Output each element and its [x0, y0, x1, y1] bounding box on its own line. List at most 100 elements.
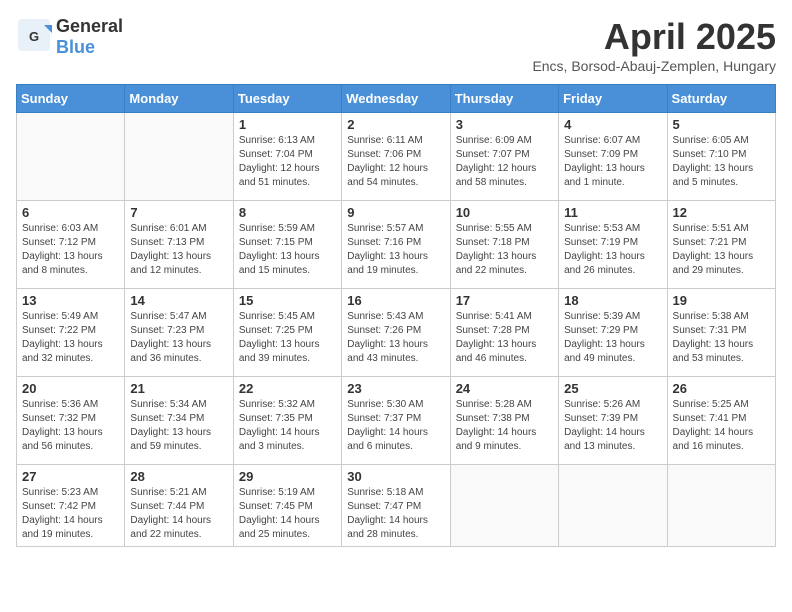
day-info: Sunrise: 5:19 AM Sunset: 7:45 PM Dayligh…: [239, 486, 336, 542]
day-info: Sunrise: 5:32 AM Sunset: 7:35 PM Dayligh…: [239, 398, 336, 454]
day-info: Sunrise: 5:51 AM Sunset: 7:21 PM Dayligh…: [673, 222, 770, 278]
day-info: Sunrise: 5:23 AM Sunset: 7:42 PM Dayligh…: [22, 486, 119, 542]
calendar-week-row: 27 Sunrise: 5:23 AM Sunset: 7:42 PM Dayli…: [17, 465, 776, 547]
weekday-header-wednesday: Wednesday: [342, 85, 450, 113]
day-info: Sunrise: 5:47 AM Sunset: 7:23 PM Dayligh…: [130, 310, 227, 366]
day-number: 19: [673, 293, 770, 308]
weekday-header-tuesday: Tuesday: [233, 85, 341, 113]
title-area: April 2025 Encs, Borsod-Abauj-Zemplen, H…: [532, 16, 776, 74]
day-info: Sunrise: 5:57 AM Sunset: 7:16 PM Dayligh…: [347, 222, 444, 278]
calendar-cell: 10 Sunrise: 5:55 AM Sunset: 7:18 PM Dayli…: [450, 201, 558, 289]
day-number: 1: [239, 117, 336, 132]
calendar-cell: 27 Sunrise: 5:23 AM Sunset: 7:42 PM Dayli…: [17, 465, 125, 547]
day-number: 23: [347, 381, 444, 396]
logo-icon: G: [16, 17, 52, 58]
weekday-header-saturday: Saturday: [667, 85, 775, 113]
day-info: Sunrise: 5:21 AM Sunset: 7:44 PM Dayligh…: [130, 486, 227, 542]
day-number: 3: [456, 117, 553, 132]
day-info: Sunrise: 6:09 AM Sunset: 7:07 PM Dayligh…: [456, 134, 553, 190]
day-number: 25: [564, 381, 661, 396]
calendar-cell: 3 Sunrise: 6:09 AM Sunset: 7:07 PM Daylig…: [450, 113, 558, 201]
day-number: 29: [239, 469, 336, 484]
calendar-cell: 18 Sunrise: 5:39 AM Sunset: 7:29 PM Dayli…: [559, 289, 667, 377]
calendar-cell: 30 Sunrise: 5:18 AM Sunset: 7:47 PM Dayli…: [342, 465, 450, 547]
day-number: 10: [456, 205, 553, 220]
logo: G General Blue: [16, 16, 123, 58]
calendar-cell: 7Sunrise: 6:01 AM Sunset: 7:13 PM Daylig…: [125, 201, 233, 289]
calendar-cell: 2 Sunrise: 6:11 AM Sunset: 7:06 PM Daylig…: [342, 113, 450, 201]
day-info: Sunrise: 5:25 AM Sunset: 7:41 PM Dayligh…: [673, 398, 770, 454]
logo-text: General Blue: [56, 16, 123, 58]
day-info: Sunrise: 5:39 AM Sunset: 7:29 PM Dayligh…: [564, 310, 661, 366]
day-number: 9: [347, 205, 444, 220]
day-number: 28: [130, 469, 227, 484]
day-number: 2: [347, 117, 444, 132]
day-number: 24: [456, 381, 553, 396]
day-info: Sunrise: 5:45 AM Sunset: 7:25 PM Dayligh…: [239, 310, 336, 366]
calendar-cell: 24 Sunrise: 5:28 AM Sunset: 7:38 PM Dayli…: [450, 377, 558, 465]
weekday-header-monday: Monday: [125, 85, 233, 113]
calendar-cell: [125, 113, 233, 201]
day-info: Sunrise: 5:34 AM Sunset: 7:34 PM Dayligh…: [130, 398, 227, 454]
calendar-cell: 15 Sunrise: 5:45 AM Sunset: 7:25 PM Dayli…: [233, 289, 341, 377]
calendar-table: SundayMondayTuesdayWednesdayThursdayFrid…: [16, 84, 776, 547]
day-number: 18: [564, 293, 661, 308]
day-info: Sunrise: 5:30 AM Sunset: 7:37 PM Dayligh…: [347, 398, 444, 454]
day-number: 4: [564, 117, 661, 132]
day-number: 26: [673, 381, 770, 396]
calendar-cell: [17, 113, 125, 201]
day-number: 12: [673, 205, 770, 220]
calendar-week-row: 13Sunrise: 5:49 AM Sunset: 7:22 PM Dayli…: [17, 289, 776, 377]
day-info: Sunrise: 5:18 AM Sunset: 7:47 PM Dayligh…: [347, 486, 444, 542]
day-info: Sunrise: 5:43 AM Sunset: 7:26 PM Dayligh…: [347, 310, 444, 366]
day-info: Sunrise: 5:26 AM Sunset: 7:39 PM Dayligh…: [564, 398, 661, 454]
calendar-cell: 6Sunrise: 6:03 AM Sunset: 7:12 PM Daylig…: [17, 201, 125, 289]
calendar-cell: 14 Sunrise: 5:47 AM Sunset: 7:23 PM Dayli…: [125, 289, 233, 377]
weekday-header-friday: Friday: [559, 85, 667, 113]
day-info: Sunrise: 5:41 AM Sunset: 7:28 PM Dayligh…: [456, 310, 553, 366]
calendar-cell: 4 Sunrise: 6:07 AM Sunset: 7:09 PM Daylig…: [559, 113, 667, 201]
weekday-header-row: SundayMondayTuesdayWednesdayThursdayFrid…: [17, 85, 776, 113]
day-info: Sunrise: 5:28 AM Sunset: 7:38 PM Dayligh…: [456, 398, 553, 454]
calendar-cell: 1 Sunrise: 6:13 AM Sunset: 7:04 PM Daylig…: [233, 113, 341, 201]
day-number: 21: [130, 381, 227, 396]
calendar-cell: 12 Sunrise: 5:51 AM Sunset: 7:21 PM Dayli…: [667, 201, 775, 289]
calendar-cell: [450, 465, 558, 547]
calendar-cell: 28 Sunrise: 5:21 AM Sunset: 7:44 PM Dayli…: [125, 465, 233, 547]
day-number: 22: [239, 381, 336, 396]
calendar-week-row: 6Sunrise: 6:03 AM Sunset: 7:12 PM Daylig…: [17, 201, 776, 289]
calendar-week-row: 20Sunrise: 5:36 AM Sunset: 7:32 PM Dayli…: [17, 377, 776, 465]
day-info: Sunrise: 6:11 AM Sunset: 7:06 PM Dayligh…: [347, 134, 444, 190]
calendar-week-row: 1 Sunrise: 6:13 AM Sunset: 7:04 PM Daylig…: [17, 113, 776, 201]
svg-text:G: G: [29, 29, 39, 44]
calendar-cell: 8Sunrise: 5:59 AM Sunset: 7:15 PM Daylig…: [233, 201, 341, 289]
calendar-cell: [559, 465, 667, 547]
day-number: 15: [239, 293, 336, 308]
calendar-cell: 16 Sunrise: 5:43 AM Sunset: 7:26 PM Dayli…: [342, 289, 450, 377]
day-info: Sunrise: 6:01 AM Sunset: 7:13 PM Dayligh…: [130, 222, 227, 278]
day-number: 27: [22, 469, 119, 484]
calendar-cell: 9 Sunrise: 5:57 AM Sunset: 7:16 PM Daylig…: [342, 201, 450, 289]
day-number: 6: [22, 205, 119, 220]
day-number: 30: [347, 469, 444, 484]
logo-blue: Blue: [56, 37, 95, 57]
calendar-cell: 29 Sunrise: 5:19 AM Sunset: 7:45 PM Dayli…: [233, 465, 341, 547]
calendar-cell: 11Sunrise: 5:53 AM Sunset: 7:19 PM Dayli…: [559, 201, 667, 289]
calendar-cell: 20Sunrise: 5:36 AM Sunset: 7:32 PM Dayli…: [17, 377, 125, 465]
day-info: Sunrise: 5:55 AM Sunset: 7:18 PM Dayligh…: [456, 222, 553, 278]
page-header: G General Blue April 2025 Encs, Borsod-A…: [16, 16, 776, 74]
calendar-cell: 21 Sunrise: 5:34 AM Sunset: 7:34 PM Dayli…: [125, 377, 233, 465]
day-info: Sunrise: 6:13 AM Sunset: 7:04 PM Dayligh…: [239, 134, 336, 190]
day-number: 14: [130, 293, 227, 308]
calendar-cell: 25 Sunrise: 5:26 AM Sunset: 7:39 PM Dayli…: [559, 377, 667, 465]
day-info: Sunrise: 5:59 AM Sunset: 7:15 PM Dayligh…: [239, 222, 336, 278]
calendar-subtitle: Encs, Borsod-Abauj-Zemplen, Hungary: [532, 58, 776, 74]
calendar-cell: 17Sunrise: 5:41 AM Sunset: 7:28 PM Dayli…: [450, 289, 558, 377]
day-number: 16: [347, 293, 444, 308]
day-info: Sunrise: 6:05 AM Sunset: 7:10 PM Dayligh…: [673, 134, 770, 190]
day-info: Sunrise: 5:53 AM Sunset: 7:19 PM Dayligh…: [564, 222, 661, 278]
day-info: Sunrise: 6:07 AM Sunset: 7:09 PM Dayligh…: [564, 134, 661, 190]
day-info: Sunrise: 5:38 AM Sunset: 7:31 PM Dayligh…: [673, 310, 770, 366]
day-info: Sunrise: 5:36 AM Sunset: 7:32 PM Dayligh…: [22, 398, 119, 454]
calendar-cell: [667, 465, 775, 547]
